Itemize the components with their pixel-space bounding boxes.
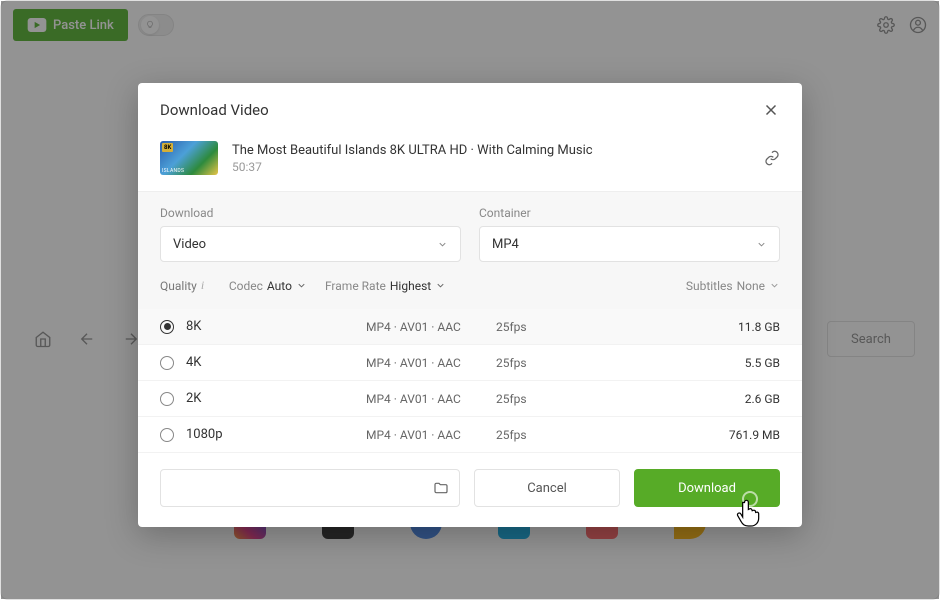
- close-icon[interactable]: [762, 101, 780, 119]
- codec-filter-label: Codec: [229, 279, 263, 293]
- video-info-row: 8K The Most Beautiful Islands 8K ULTRA H…: [138, 133, 802, 192]
- framerate-filter[interactable]: Frame Rate Highest: [325, 279, 446, 293]
- radio-icon: [160, 392, 174, 406]
- radio-icon: [160, 356, 174, 370]
- quality-fps: 25fps: [496, 356, 576, 370]
- quality-row[interactable]: 1080p MP4 · AV01 · AAC 25fps 761.9 MB: [138, 417, 802, 453]
- quality-codec: MP4 · AV01 · AAC: [366, 428, 496, 442]
- quality-name: 2K: [186, 391, 366, 406]
- quality-codec: MP4 · AV01 · AAC: [366, 356, 496, 370]
- options-section: Download Container Video MP4 Quality i: [138, 192, 802, 309]
- link-icon[interactable]: [764, 150, 780, 166]
- quality-header-label: Quality: [160, 279, 197, 293]
- download-type-select[interactable]: Video: [160, 226, 461, 262]
- framerate-filter-label: Frame Rate: [325, 279, 386, 293]
- chevron-down-icon: [756, 239, 767, 250]
- codec-filter[interactable]: Codec Auto: [229, 279, 307, 293]
- video-title: The Most Beautiful Islands 8K ULTRA HD ·…: [232, 143, 750, 158]
- quality-name: 4K: [186, 355, 366, 370]
- download-button-label: Download: [678, 481, 736, 496]
- video-duration: 50:37: [232, 160, 750, 174]
- container-select[interactable]: MP4: [479, 226, 780, 262]
- quality-fps: 25fps: [496, 392, 576, 406]
- framerate-filter-value: Highest: [390, 279, 431, 293]
- chevron-down-icon: [437, 239, 448, 250]
- cancel-button[interactable]: Cancel: [474, 469, 620, 507]
- thumb-quality-badge: 8K: [162, 143, 173, 152]
- cursor-hand-icon: [734, 497, 762, 527]
- download-type-value: Video: [173, 237, 206, 252]
- radio-icon: [160, 320, 174, 334]
- quality-size: 11.8 GB: [738, 320, 780, 334]
- quality-codec: MP4 · AV01 · AAC: [366, 392, 496, 406]
- quality-row[interactable]: 8K MP4 · AV01 · AAC 25fps 11.8 GB: [138, 309, 802, 345]
- info-icon[interactable]: i: [201, 278, 211, 293]
- chevron-down-icon: [296, 280, 307, 291]
- cancel-button-label: Cancel: [527, 481, 567, 496]
- folder-icon[interactable]: [433, 480, 449, 496]
- quality-fps: 25fps: [496, 320, 576, 334]
- codec-filter-value: Auto: [267, 279, 292, 293]
- subtitles-filter-label: Subtitles: [686, 279, 733, 293]
- modal-title: Download Video: [160, 101, 269, 119]
- save-path-input[interactable]: [160, 469, 460, 507]
- download-button[interactable]: Download: [634, 469, 780, 507]
- quality-name: 8K: [186, 319, 366, 334]
- container-label: Container: [479, 206, 780, 220]
- quality-row[interactable]: 2K MP4 · AV01 · AAC 25fps 2.6 GB: [138, 381, 802, 417]
- download-video-modal: Download Video 8K The Most Beautiful Isl…: [138, 83, 802, 527]
- quality-header: Quality i: [160, 278, 211, 293]
- quality-codec: MP4 · AV01 · AAC: [366, 320, 496, 334]
- subtitles-filter[interactable]: Subtitles None: [686, 279, 780, 293]
- quality-size: 761.9 MB: [729, 428, 780, 442]
- quality-row[interactable]: 4K MP4 · AV01 · AAC 25fps 5.5 GB: [138, 345, 802, 381]
- quality-fps: 25fps: [496, 428, 576, 442]
- chevron-down-icon: [435, 280, 446, 291]
- download-type-label: Download: [160, 206, 461, 220]
- quality-size: 2.6 GB: [745, 392, 780, 406]
- click-indicator: [742, 491, 758, 507]
- container-value: MP4: [492, 237, 519, 252]
- modal-footer: Cancel Download: [138, 453, 802, 527]
- quality-name: 1080p: [186, 427, 366, 442]
- chevron-down-icon: [769, 280, 780, 291]
- modal-overlay: Download Video 8K The Most Beautiful Isl…: [1, 1, 939, 599]
- quality-size: 5.5 GB: [745, 356, 780, 370]
- filter-row: Quality i Codec Auto Frame Rate Highest …: [160, 278, 780, 293]
- radio-icon: [160, 428, 174, 442]
- video-thumbnail: 8K: [160, 141, 218, 175]
- subtitles-filter-value: None: [737, 279, 765, 293]
- quality-list: 8K MP4 · AV01 · AAC 25fps 11.8 GB 4K MP4…: [138, 309, 802, 453]
- video-meta: The Most Beautiful Islands 8K ULTRA HD ·…: [232, 143, 750, 174]
- modal-header: Download Video: [138, 83, 802, 133]
